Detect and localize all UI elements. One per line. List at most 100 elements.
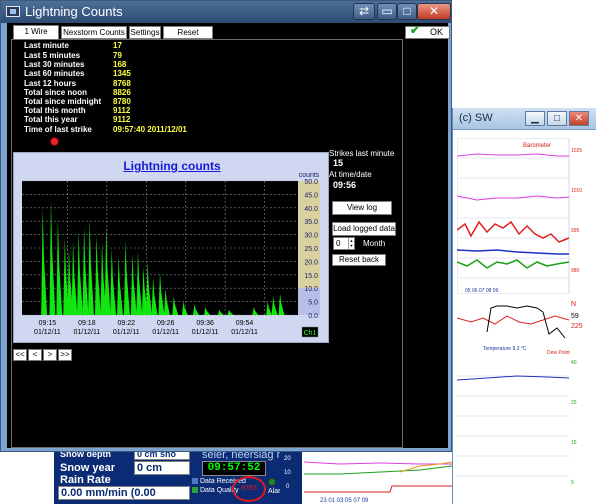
- background-temperature-chart: Temperature 9.3 °C N 59 225 Dew Point: [457, 294, 583, 354]
- tab-nexstorm-counts[interactable]: Nexstorm Counts: [61, 26, 127, 39]
- y-tick-label: 40.0: [304, 206, 318, 213]
- count-label-last-12-hours: Last 12 hours: [24, 79, 77, 88]
- count-value-time-of-last-strike: 09:57:40 2011/12/01: [113, 125, 187, 134]
- x-tick-time: 09:26: [157, 320, 175, 327]
- month-stepper-value: 0: [336, 239, 341, 248]
- background-weather-panel: seler, neerslag mog Snow depth 0 cm sno …: [54, 449, 304, 504]
- snow-year-label: Snow year: [60, 462, 116, 474]
- lightning-chart-panel: Lightning counts 50.0 45.0 40.0 35.0 30.0 25.…: [13, 152, 329, 343]
- title-bar[interactable]: Lightning Counts ⇄ ▭ □ ✕: [1, 1, 451, 23]
- x-tick-time: 09:18: [78, 320, 96, 327]
- count-value-last-12-hours: 8768: [113, 79, 131, 88]
- count-label-total-since-noon: Total since noon: [24, 88, 87, 97]
- count-label-last-30-minutes: Last 30 minutes: [24, 60, 85, 69]
- received-counter: 8783: [232, 476, 266, 502]
- swap-button[interactable]: ⇄: [353, 3, 375, 20]
- background-barometer-chart: Barometer 1025 1010 995 980 05 06 07 08 …: [457, 138, 593, 294]
- count-label-total-this-month: Total this month: [24, 106, 86, 115]
- close-button[interactable]: ✕: [417, 3, 451, 20]
- tab-reset-counts[interactable]: Reset Counts: [163, 26, 213, 48]
- x-tick-date: 01/12/11: [73, 329, 100, 336]
- svg-text:995: 995: [571, 228, 580, 234]
- svg-text:Barometer: Barometer: [523, 143, 551, 149]
- background-clock: 09:57:52: [202, 461, 266, 476]
- stepper-arrows-icon[interactable]: ▲ ▼: [348, 238, 354, 249]
- svg-text:5: 5: [571, 480, 574, 486]
- svg-text:10: 10: [284, 470, 291, 476]
- svg-text:N: N: [571, 301, 576, 308]
- count-value-total-this-month: 9112: [113, 106, 131, 115]
- quality-swatch: [192, 487, 198, 494]
- nav-previous-button[interactable]: <: [28, 349, 42, 361]
- x-tick-time: 09:36: [196, 320, 214, 327]
- svg-text:40: 40: [571, 360, 577, 366]
- status-led: [268, 478, 276, 486]
- rain-rate-label: Rain Rate: [60, 474, 111, 486]
- strikes-last-minute-label: Strikes last minute: [329, 149, 395, 158]
- background-maximize-button[interactable]: □: [547, 111, 567, 126]
- background-minimize-button[interactable]: ▁: [525, 111, 545, 126]
- rain-rate-value: 0.00 mm/min (0.00 mm/hr): [58, 486, 190, 504]
- svg-text:20: 20: [284, 456, 291, 462]
- nav-last-button[interactable]: >>: [58, 349, 72, 361]
- check-icon: ✔: [410, 23, 421, 37]
- x-tick-time: 09:15: [39, 320, 57, 327]
- load-logged-data-button[interactable]: Load logged data: [332, 222, 396, 236]
- window-title: Lightning Counts: [25, 4, 123, 19]
- app-icon: [6, 6, 20, 17]
- y-tick-label: 45.0: [304, 192, 318, 199]
- y-tick-label: 15.0: [304, 273, 318, 280]
- at-time-date-label: At time/date: [329, 170, 372, 179]
- background-titlebar[interactable]: (c) SW ▁ □ ✕: [453, 108, 596, 130]
- month-stepper[interactable]: 0 ▲ ▼: [333, 237, 355, 250]
- month-label: Month: [363, 239, 386, 248]
- lightning-counts-window[interactable]: Lightning Counts ⇄ ▭ □ ✕ 1 Wire Counts N…: [0, 0, 452, 452]
- maximize-button[interactable]: □: [397, 3, 417, 20]
- svg-text:Temperature 9.3 °C: Temperature 9.3 °C: [483, 346, 527, 352]
- y-tick-label: 35.0: [304, 219, 318, 226]
- y-tick-label: 0.0: [308, 313, 318, 320]
- nav-first-button[interactable]: <<: [13, 349, 27, 361]
- tab-1-wire-counts[interactable]: 1 Wire Counts: [13, 25, 59, 47]
- background-wind-chart: 20 10 0 23 01 03 05 07 09: [280, 450, 452, 504]
- count-value-last-5-minutes: 79: [113, 51, 122, 60]
- count-value-last-60-minutes: 1345: [113, 69, 131, 78]
- svg-text:1025: 1025: [571, 148, 582, 154]
- svg-text:25: 25: [571, 400, 577, 406]
- reset-back-button[interactable]: Reset back: [332, 254, 386, 266]
- svg-text:Dew Point: Dew Point: [547, 350, 570, 354]
- svg-text:23 01 03 05 07: 23 01 03 05 07 09: [320, 498, 369, 504]
- count-label-total-this-year: Total this year: [24, 115, 78, 124]
- x-tick-time: 09:54: [236, 320, 254, 327]
- svg-text:15: 15: [571, 440, 577, 446]
- svg-text:980: 980: [571, 268, 580, 274]
- y-tick-label: 5.0: [308, 300, 318, 307]
- count-label-last-5-minutes: Last 5 minutes: [24, 51, 81, 60]
- count-value-total-this-year: 9112: [113, 115, 131, 124]
- ok-button[interactable]: ✔ OK: [405, 23, 450, 39]
- snow-year-value: 0 cm snow: [134, 461, 190, 486]
- y-tick-label: 30.0: [304, 233, 318, 240]
- y-tick-label: 50.0: [304, 179, 318, 186]
- nav-next-button[interactable]: >: [43, 349, 57, 361]
- x-tick-time: 09:22: [118, 320, 136, 327]
- count-label-total-since-midnight: Total since midnight: [24, 97, 102, 106]
- y-tick-label: 10.0: [304, 286, 318, 293]
- svg-text:59: 59: [571, 313, 579, 320]
- x-tick-date: 01/12/11: [152, 329, 179, 336]
- ok-label: OK: [429, 27, 443, 37]
- background-weather-window[interactable]: (c) SW ▁ □ ✕ Barometer 1025 1010 995 980…: [452, 108, 596, 504]
- count-value-last-minute: 17: [113, 41, 122, 50]
- y-tick-label: 25.0: [304, 246, 318, 253]
- view-log-button[interactable]: View log: [332, 201, 392, 215]
- tab-settings[interactable]: Settings: [129, 26, 161, 39]
- lightning-chart: 50.0 45.0 40.0 35.0 30.0 25.0 20.0 15.0 10.0 5.0 0…: [22, 172, 320, 338]
- minimize-button[interactable]: ▭: [377, 3, 397, 20]
- background-close-button[interactable]: ✕: [569, 111, 589, 126]
- at-time-date-value: 09:56: [333, 180, 357, 190]
- desktop: (c) SW ▁ □ ✕ Barometer 1025 1010 995 980…: [0, 0, 596, 504]
- channel-tag: Ch1: [304, 330, 317, 337]
- svg-text:1010: 1010: [571, 188, 582, 194]
- count-value-last-30-minutes: 168: [113, 60, 127, 69]
- x-tick-date: 01/12/11: [192, 329, 219, 336]
